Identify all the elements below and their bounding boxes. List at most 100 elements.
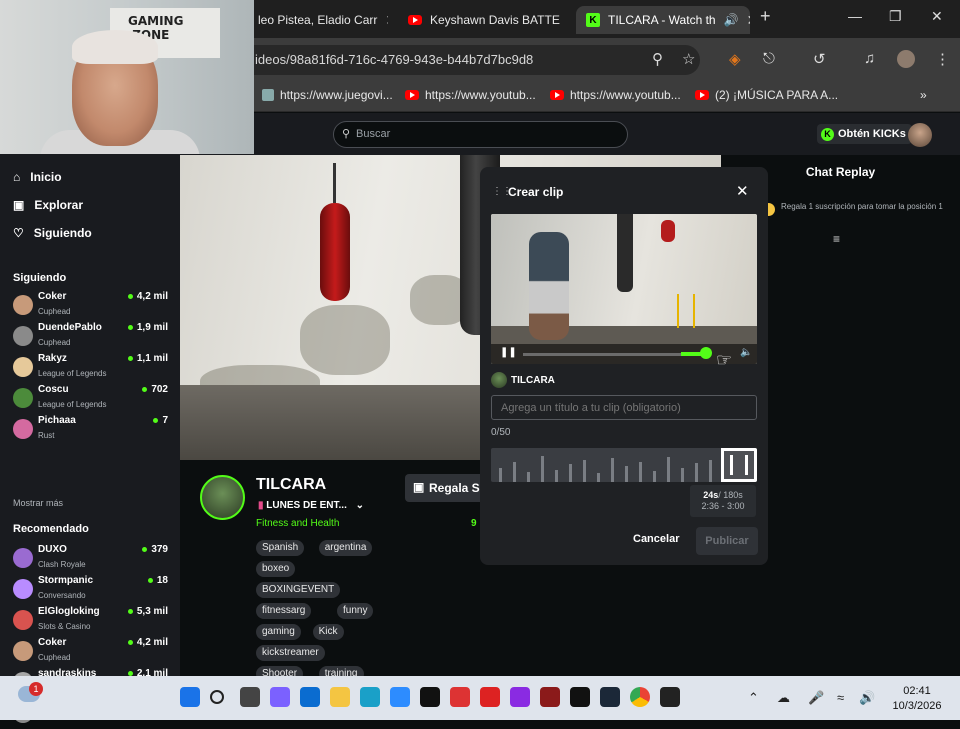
windows-taskbar: 1 ⌃ ☁ 🎤 ≈ 🔊 02:41 10/3/2026 xyxy=(0,676,960,720)
bookmarks-overflow-icon[interactable]: » xyxy=(920,88,927,102)
tag-chip[interactable]: Kick xyxy=(313,624,344,640)
tag-chip[interactable]: kickstreamer xyxy=(256,645,325,661)
winrar-icon[interactable] xyxy=(540,687,560,707)
profile-avatar[interactable] xyxy=(897,50,915,68)
tiktok-icon[interactable] xyxy=(570,687,590,707)
gift-icon: ▣ xyxy=(413,480,424,494)
channel-list-item[interactable]: DUXOClash Royale379 xyxy=(13,544,168,574)
restore-icon[interactable]: ❐ xyxy=(889,8,902,25)
channel-list-item[interactable]: StormpanicConversando18 xyxy=(13,575,168,605)
tag-chip[interactable]: funny xyxy=(337,603,373,619)
tag-chip[interactable]: gaming xyxy=(256,624,301,640)
nav-explorar[interactable]: ▣ Explorar xyxy=(13,198,83,212)
close-tab-icon[interactable]: ✕ xyxy=(385,12,388,29)
tray-chevron-icon[interactable]: ⌃ xyxy=(748,690,759,706)
tab-3[interactable]: K TILCARA - Watch th 🔊 ✕ xyxy=(576,6,750,34)
onedrive-icon[interactable]: ☁ xyxy=(777,690,790,706)
tag-chip[interactable]: Spanish xyxy=(256,540,304,556)
category-link[interactable]: Fitness and Health xyxy=(256,518,339,529)
show-more-link[interactable]: Mostrar más xyxy=(13,498,63,508)
channel-list-item[interactable]: RakyzLeague of Legends1,1 mil xyxy=(13,353,168,383)
task-view-icon[interactable] xyxy=(240,687,260,707)
obs-icon[interactable] xyxy=(660,687,680,707)
wifi-icon[interactable]: ≈ xyxy=(837,690,844,705)
waveform-bar xyxy=(555,470,558,482)
channel-avatar xyxy=(13,388,33,408)
volume-icon[interactable]: 🔊 xyxy=(859,690,875,706)
tag-chip[interactable]: BOXINGEVENT xyxy=(256,582,340,598)
bookmark-2[interactable]: https://www.youtub... xyxy=(405,88,536,102)
clip-range-handle[interactable] xyxy=(721,448,757,482)
history-icon[interactable]: ↺ xyxy=(813,50,826,68)
explore-icon: ▣ xyxy=(13,198,24,212)
clip-timeline[interactable] xyxy=(491,448,757,482)
clip-channel: TILCARA xyxy=(491,372,555,388)
tag-chip[interactable]: argentina xyxy=(319,540,373,556)
url-field[interactable]: ideos/98a81f6d-716c-4769-943e-b44b7d7bc9… xyxy=(200,45,700,75)
chat-filter-icon[interactable]: ≡ xyxy=(833,232,840,246)
channel-list-item[interactable]: DuendePabloCuphead1,9 mil xyxy=(13,322,168,352)
file-explorer-icon[interactable] xyxy=(330,687,350,707)
close-window-icon[interactable]: ✕ xyxy=(931,8,943,25)
menu-icon[interactable]: ⋮ xyxy=(935,50,950,68)
search-input[interactable]: ⚲ Buscar xyxy=(333,121,628,148)
progress-track[interactable] xyxy=(523,353,701,356)
publish-button[interactable]: Publicar xyxy=(696,527,758,555)
audio-icon[interactable]: 🔊 xyxy=(724,13,739,27)
site-icon xyxy=(262,89,274,101)
tag-chip[interactable]: boxeo xyxy=(256,561,295,577)
viewer-count: 9 xyxy=(471,518,477,529)
speaker-icon[interactable]: 🔈 xyxy=(740,347,752,358)
waveform-bar xyxy=(625,466,628,482)
minimize-icon[interactable]: — xyxy=(848,8,862,24)
windows-start-icon[interactable] xyxy=(180,687,200,707)
clip-preview[interactable]: ❚❚ 🔈 xyxy=(491,214,757,364)
get-kicks-button[interactable]: K Obtén KICKs xyxy=(817,124,912,144)
user-avatar[interactable] xyxy=(908,123,932,147)
cancel-button[interactable]: Cancelar xyxy=(633,533,679,545)
viewer-count: 5,3 mil xyxy=(128,606,168,617)
channel-list-item[interactable]: CokerCuphead4,2 mil xyxy=(13,291,168,321)
tab-1[interactable]: leo Pistea, Eladio Carr ✕ xyxy=(248,6,388,34)
tag-chip[interactable]: fitnessarg xyxy=(256,603,311,619)
copilot-icon[interactable] xyxy=(270,687,290,707)
waveform-bar xyxy=(499,468,502,482)
channel-list-item[interactable]: PichaaaRust7 xyxy=(13,415,168,445)
zoom-icon[interactable] xyxy=(390,687,410,707)
new-tab-button[interactable]: + xyxy=(760,6,771,27)
clip-title-input[interactable] xyxy=(491,395,757,420)
store-icon[interactable] xyxy=(300,687,320,707)
wps-icon[interactable] xyxy=(480,687,500,707)
chrome-icon[interactable] xyxy=(630,687,650,707)
channel-name[interactable]: TILCARA xyxy=(256,476,326,494)
gift-leaderboard-text[interactable]: Regala 1 suscripción para tomar la posic… xyxy=(781,202,951,211)
pause-icon[interactable]: ❚❚ xyxy=(500,347,517,358)
channel-list-item[interactable]: CoscuLeague of Legends702 xyxy=(13,384,168,414)
app-icon[interactable] xyxy=(450,687,470,707)
channel-list-item[interactable]: CokerCuphead4,2 mil xyxy=(13,637,168,667)
gift-sub-button[interactable]: ▣ Regala Su xyxy=(405,474,485,502)
metamask-icon[interactable]: ◈ xyxy=(729,50,741,68)
tab-2[interactable]: Keyshawn Davis BATTE ✕ xyxy=(398,6,568,34)
microphone-icon[interactable]: 🎤 xyxy=(808,690,824,706)
channel-avatar[interactable] xyxy=(200,475,245,520)
chevron-down-icon[interactable]: ⌄ xyxy=(356,500,364,511)
nav-siguiendo[interactable]: ♡ Siguiendo xyxy=(13,226,92,240)
channel-list-item[interactable]: ElGloglokingSlots & Casino5,3 mil xyxy=(13,606,168,636)
system-clock[interactable]: 02:41 10/3/2026 xyxy=(884,684,950,714)
edge-icon[interactable] xyxy=(360,687,380,707)
close-tab-icon[interactable]: ✕ xyxy=(747,12,750,29)
search-icon[interactable] xyxy=(210,690,224,704)
app-icon[interactable] xyxy=(510,687,530,707)
star-icon[interactable]: ☆ xyxy=(682,50,695,68)
close-icon[interactable]: ✕ xyxy=(736,182,749,200)
game-icon[interactable] xyxy=(420,687,440,707)
bookmark-4[interactable]: (2) ¡MÚSICA PARA A... xyxy=(695,88,838,102)
media-icon[interactable]: ♫ xyxy=(864,50,875,67)
bookmark-1[interactable]: https://www.juegovi... xyxy=(262,88,393,102)
search-icon[interactable]: ⚲ xyxy=(652,50,663,68)
bookmark-3[interactable]: https://www.youtub... xyxy=(550,88,681,102)
steam-icon[interactable] xyxy=(600,687,620,707)
nav-inicio[interactable]: ⌂ Inicio xyxy=(13,170,62,184)
extensions-icon[interactable]: ⎋ xyxy=(763,50,775,67)
